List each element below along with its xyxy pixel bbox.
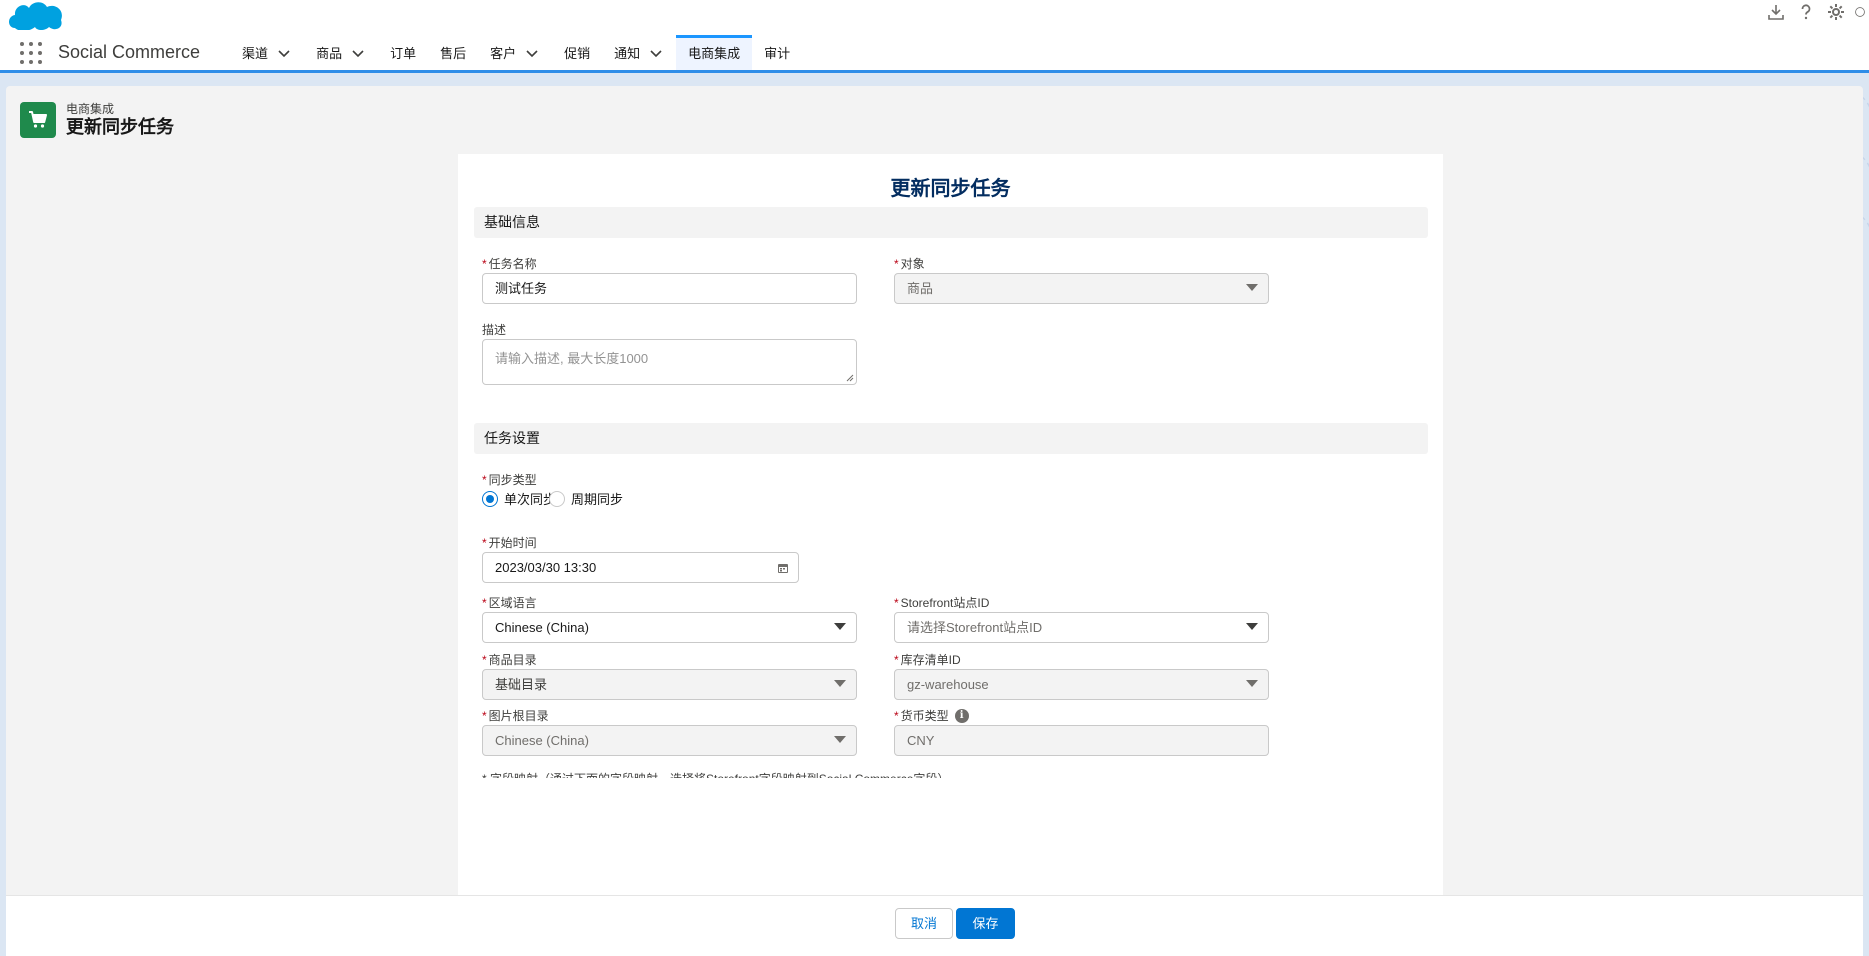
task-name-input[interactable]: 测试任务 xyxy=(482,273,857,304)
global-header: Social Commerce 渠道 商品 订单 售后 客户 促销 通知 电商集成 审计 xyxy=(0,0,1869,73)
help-icon[interactable] xyxy=(1795,1,1817,23)
save-button[interactable]: 保存 xyxy=(956,908,1015,939)
form-title: 更新同步任务 xyxy=(890,178,1011,200)
chevron-down-icon xyxy=(1246,680,1258,687)
nav-item-0[interactable]: 渠道 xyxy=(230,35,304,70)
cancel-button[interactable]: 取消 xyxy=(895,908,953,939)
catalog-label: * 商品目录 xyxy=(482,652,537,668)
radio-single-sync[interactable]: 单次同步 xyxy=(482,489,556,508)
chevron-down-icon[interactable] xyxy=(350,45,366,61)
nav-item-1[interactable]: 商品 xyxy=(304,35,378,70)
download-icon[interactable] xyxy=(1765,1,1787,23)
locale-select[interactable]: Chinese (China) xyxy=(482,612,857,643)
nav-item-5[interactable]: 促销 xyxy=(552,35,602,70)
nav-item-label: 审计 xyxy=(764,46,791,61)
app-launcher-icon[interactable] xyxy=(20,41,44,65)
inventory-id-select[interactable]: gz-warehouse xyxy=(894,669,1269,700)
nav-item-2[interactable]: 订单 xyxy=(378,35,428,70)
storefront-id-select[interactable]: 请选择Storefront站点ID xyxy=(894,612,1269,643)
currency-label: * 货币类型 i xyxy=(894,707,969,724)
description-textarea[interactable]: 请输入描述, 最大长度1000 xyxy=(482,339,857,385)
nav-item-label: 渠道 xyxy=(242,46,269,61)
sync-type-label: * 同步类型 xyxy=(482,472,537,488)
task-name-label: * 任务名称 xyxy=(482,256,537,272)
nav-items: 渠道 商品 订单 售后 客户 促销 通知 电商集成 审计 xyxy=(230,35,802,70)
page-header: 电商集成 更新同步任务 xyxy=(20,102,174,138)
chevron-down-icon[interactable] xyxy=(524,45,540,61)
description-placeholder: 请输入描述, 最大长度1000 xyxy=(495,351,649,366)
storefront-id-label: * Storefront站点ID xyxy=(894,595,990,611)
nav-item-label: 商品 xyxy=(316,46,343,61)
object-label: * 对象 xyxy=(894,256,925,272)
form-footer: 取消 保存 xyxy=(6,895,1863,956)
nav-item-label: 促销 xyxy=(564,46,591,61)
nav-item-label: 订单 xyxy=(390,46,417,61)
utility-bar xyxy=(1765,0,1869,24)
currency-input[interactable]: CNY xyxy=(894,725,1269,756)
inventory-id-label: * 库存清单ID xyxy=(894,652,961,668)
resize-grip-icon[interactable] xyxy=(846,374,854,382)
page-subtitle: 电商集成 xyxy=(66,102,115,116)
radio-selected-icon xyxy=(482,490,498,507)
app-name: Social Commerce xyxy=(58,42,201,62)
chevron-down-icon[interactable] xyxy=(648,45,664,61)
locale-label: * 区域语言 xyxy=(482,595,537,611)
cart-icon xyxy=(20,102,56,138)
field-mapping-label: * 字段映射（通过下面的字段映射，选择将Storefront字段映射到Socia… xyxy=(482,770,949,778)
page-title: 更新同步任务 xyxy=(66,117,174,137)
chevron-down-icon xyxy=(1246,623,1258,630)
chevron-down-icon xyxy=(834,623,846,630)
description-label: 描述 xyxy=(482,323,507,337)
info-icon[interactable]: i xyxy=(954,708,969,723)
nav-item-3[interactable]: 售后 xyxy=(428,35,478,70)
page-background: 电商集成 更新同步任务 更新同步任务 基础信息 * 任务名称 测试任务 * 对象 商… xyxy=(0,73,1869,956)
nav-item-label: 通知 xyxy=(614,46,641,61)
avatar[interactable] xyxy=(1855,1,1865,23)
form-card: 更新同步任务 基础信息 * 任务名称 测试任务 * 对象 商品 描述 请输入描述, … xyxy=(458,154,1443,898)
object-select[interactable]: 商品 xyxy=(894,273,1269,304)
start-time-label: * 开始时间 xyxy=(482,535,537,551)
nav-item-8[interactable]: 审计 xyxy=(752,35,802,70)
image-root-label: * 图片根目录 xyxy=(482,708,549,724)
section-basic-info: 基础信息 xyxy=(474,207,1428,238)
nav-item-6[interactable]: 通知 xyxy=(602,35,676,70)
app-nav-bar: Social Commerce 渠道 商品 订单 售后 客户 促销 通知 电商集成 审计 xyxy=(0,35,802,70)
section-task-settings: 任务设置 xyxy=(474,423,1428,454)
catalog-select[interactable]: 基础目录 xyxy=(482,669,857,700)
nav-item-7[interactable]: 电商集成 xyxy=(676,35,753,70)
radio-unselected-icon xyxy=(549,490,565,507)
nav-item-label: 电商集成 xyxy=(688,46,741,61)
chevron-down-icon xyxy=(1246,284,1258,291)
salesforce-logo[interactable] xyxy=(7,0,63,30)
chevron-down-icon[interactable] xyxy=(276,45,292,61)
calendar-icon[interactable] xyxy=(777,562,789,574)
nav-item-label: 客户 xyxy=(490,46,517,61)
chevron-down-icon xyxy=(834,680,846,687)
nav-item-label: 售后 xyxy=(440,46,467,61)
radio-periodic-sync[interactable]: 周期同步 xyxy=(549,489,623,508)
chevron-down-icon xyxy=(834,736,846,743)
gear-icon[interactable] xyxy=(1825,1,1847,23)
image-root-select[interactable]: Chinese (China) xyxy=(482,725,857,756)
nav-item-4[interactable]: 客户 xyxy=(478,35,552,70)
start-time-input[interactable]: 2023/03/30 13:30 xyxy=(482,552,799,583)
